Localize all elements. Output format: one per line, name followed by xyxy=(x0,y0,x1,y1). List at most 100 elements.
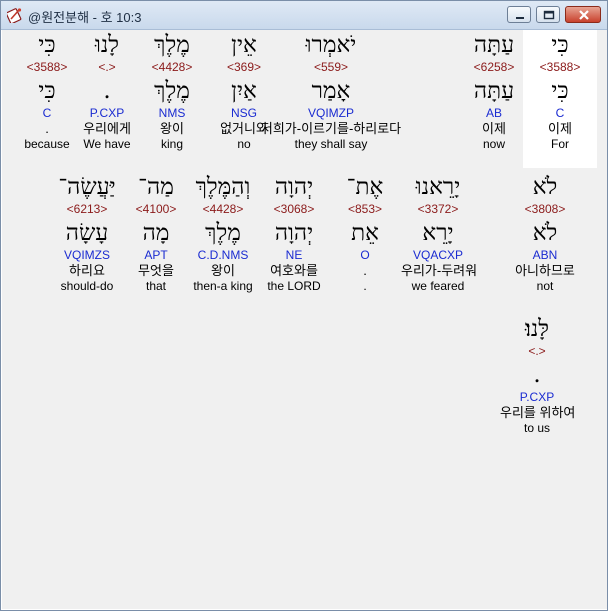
word-block[interactable]: וְהַמֶּלֶךְ <4428> מֶלֶךְ C.D.NMS 왕이 then-a k… xyxy=(186,172,260,310)
morphology-code: NSG xyxy=(230,106,257,120)
hebrew-word: יָרֵאנוּ xyxy=(415,174,461,200)
morphology-code: NE xyxy=(285,248,303,262)
strong-number-link[interactable]: <3588> xyxy=(10,60,84,74)
maximize-icon xyxy=(543,10,555,20)
hebrew-lemma: אַיִן xyxy=(231,78,257,104)
morphology-code: C xyxy=(42,106,52,120)
strong-number-link[interactable]: <3808> xyxy=(508,202,582,216)
strong-number-link[interactable]: <3372> xyxy=(401,202,475,216)
close-icon xyxy=(579,10,589,20)
strong-number-link[interactable]: <853> xyxy=(328,202,402,216)
korean-gloss: . xyxy=(363,263,367,278)
korean-gloss: 우리를 위하여 xyxy=(500,405,576,420)
morphology-code: VQACXP xyxy=(412,248,463,262)
english-gloss: . xyxy=(363,279,367,293)
word-block[interactable]: מַה־ <4100> מָה APT 무엇을 that xyxy=(119,172,193,310)
hebrew-word: כִּי xyxy=(551,32,569,58)
english-gloss: the LORD xyxy=(267,279,321,293)
hebrew-lemma: . xyxy=(533,362,541,388)
hebrew-lemma: מָה xyxy=(142,220,170,246)
hebrew-word: יַּעֲשֶׂה־ xyxy=(58,174,116,200)
maximize-button[interactable] xyxy=(536,6,560,23)
english-gloss: to us xyxy=(523,421,550,435)
word-block[interactable]: עַתָּה <6258> עַתָּה AB 이제 now xyxy=(457,30,531,168)
strong-number-link[interactable]: <6213> xyxy=(50,202,124,216)
hebrew-word: אֵין xyxy=(231,32,257,58)
hebrew-lemma: לֹא xyxy=(532,220,558,246)
korean-gloss: 이제 xyxy=(548,121,572,136)
morphology-code: AB xyxy=(485,106,502,120)
korean-gloss: 우리가-두려워 xyxy=(401,263,478,278)
morphology-code: APT xyxy=(144,248,168,262)
window-title: @원전분해 - 호 10:3 xyxy=(28,10,142,25)
english-gloss: because xyxy=(24,137,70,151)
english-gloss: then-a king xyxy=(193,279,253,293)
english-gloss: now xyxy=(482,137,505,151)
hebrew-word: וְהַמֶּלֶךְ xyxy=(195,174,251,200)
english-gloss: should-do xyxy=(60,279,114,293)
hebrew-word: אֶת־ xyxy=(346,174,384,200)
hebrew-lemma: יָרֵא xyxy=(422,220,454,246)
hebrew-word: לָּנוּ׃ xyxy=(524,316,550,342)
morphology-code: ABN xyxy=(532,248,558,262)
word-block[interactable]: לָּנוּ׃ <.>. P.CXP 우리를 위하여 to us xyxy=(500,314,576,452)
english-gloss: For xyxy=(551,137,569,151)
english-gloss: we feared xyxy=(411,279,465,293)
word-block[interactable]: מֶלֶךְ <4428> מֶלֶךְ NMS 왕이 king xyxy=(135,30,209,168)
word-block[interactable]: יָרֵאנוּ <3372> יָרֵא VQACXP 우리가-두려워 we feare… xyxy=(401,172,478,310)
hebrew-lemma: אֵת xyxy=(351,220,379,246)
strong-number-link[interactable]: <4100> xyxy=(119,202,193,216)
word-block[interactable]: אֵין <369> אַיִן NSG 없거니와 no xyxy=(207,30,281,168)
hebrew-word: יְהוָה xyxy=(274,174,314,200)
hebrew-lemma: כִּי xyxy=(38,78,56,104)
strong-number-link[interactable]: <.> xyxy=(500,344,574,358)
hebrew-lemma: מֶלֶךְ xyxy=(205,220,241,246)
hebrew-lemma: כִּי xyxy=(551,78,569,104)
hebrew-word: מֶלֶךְ xyxy=(154,32,190,58)
morphology-code: VQIMZS xyxy=(63,248,110,262)
morphology-code: C.D.NMS xyxy=(197,248,249,262)
minimize-icon xyxy=(516,17,524,19)
morphology-code: NMS xyxy=(158,106,186,120)
hebrew-lemma: עָשָׂה xyxy=(65,220,109,246)
hebrew-lemma: עַתָּה xyxy=(473,78,515,104)
hebrew-word: עַתָּה xyxy=(473,32,515,58)
word-block[interactable]: יְהוָה <3068> יְהוָה NE 여호와를 the LORD xyxy=(257,172,331,310)
english-gloss: no xyxy=(237,137,251,151)
korean-gloss: 이제 xyxy=(482,121,506,136)
strong-number-link[interactable]: <369> xyxy=(207,60,281,74)
hebrew-lemma: מֶלֶךְ xyxy=(154,78,190,104)
strong-number-link[interactable]: <3068> xyxy=(257,202,331,216)
word-block[interactable]: יַּעֲשֶׂה־ <6213> עָשָׂה VQIMZS 하리요 should-do xyxy=(50,172,124,310)
korean-gloss: 무엇을 xyxy=(138,263,174,278)
korean-gloss: . xyxy=(45,121,49,136)
strong-number-link[interactable]: <4428> xyxy=(186,202,260,216)
title-bar[interactable]: @원전분해 - 호 10:3 xyxy=(1,1,607,30)
hebrew-word: כִּי xyxy=(38,32,56,58)
korean-gloss: 여호와를 xyxy=(270,263,318,278)
word-block[interactable]: כִּי <3588> כִּי C 이제 For xyxy=(523,30,597,168)
minimize-button[interactable] xyxy=(507,6,531,23)
korean-gloss: 하리요 xyxy=(69,263,105,278)
word-block[interactable]: כִּי <3588> כִּי C. because xyxy=(10,30,84,168)
word-block[interactable]: אֶת־ <853> אֵת O.. xyxy=(328,172,402,310)
verse-breakdown-panel: כִּי <3588> כִּי C 이제 For עַתָּה <6258> עַתָּה AB… xyxy=(2,30,607,609)
strong-number-link[interactable]: <3588> xyxy=(523,60,597,74)
morphology-code: P.CXP xyxy=(519,390,555,404)
hebrew-word: מַה־ xyxy=(138,174,174,200)
strong-number-link[interactable]: <4428> xyxy=(135,60,209,74)
english-gloss: that xyxy=(145,279,166,293)
close-button[interactable] xyxy=(565,6,601,23)
english-gloss: not xyxy=(536,279,554,293)
morphology-code: C xyxy=(555,106,565,120)
korean-gloss: 왕이 xyxy=(211,263,235,278)
english-gloss: king xyxy=(160,137,183,151)
app-window: @원전분해 - 호 10:3 כִּי <3588> כִּי C 이제 For עַתָּ… xyxy=(0,0,608,611)
word-block[interactable]: לֹא <3808> לֹא ABN 아니하므로 not xyxy=(508,172,582,310)
strong-number-link[interactable]: <6258> xyxy=(457,60,531,74)
morphology-code: O xyxy=(360,248,370,262)
korean-gloss: 아니하므로 xyxy=(515,263,575,278)
hebrew-lemma: יְהוָה xyxy=(274,220,314,246)
hebrew-word: לֹא xyxy=(532,174,558,200)
bible-app-icon xyxy=(7,8,22,23)
